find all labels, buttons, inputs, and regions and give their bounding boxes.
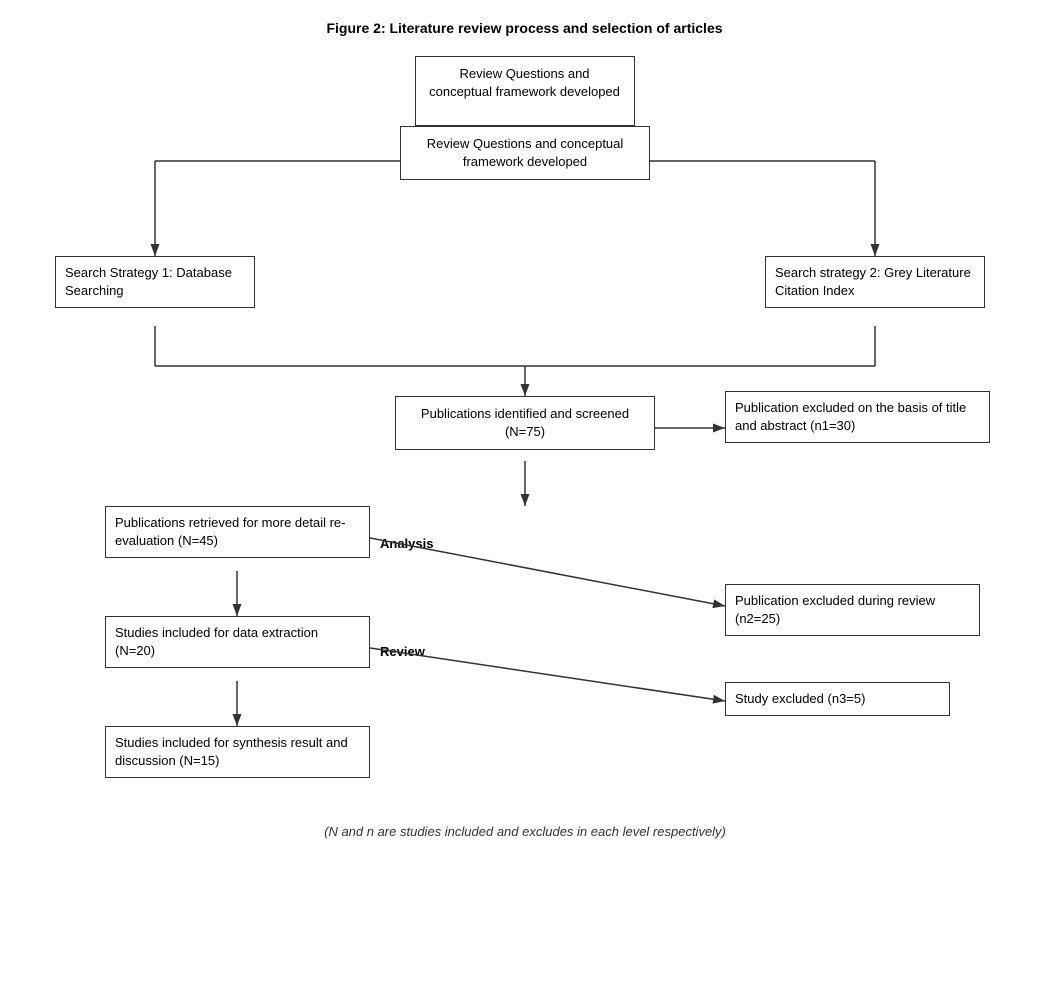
diagram-container: Figure 2: Literature review process and …: [45, 20, 1005, 996]
excluded-title-box-fo: Publication excluded on the basis of tit…: [725, 391, 990, 443]
left-box-fo: Search Strategy 1: Database Searching: [55, 256, 255, 308]
flowchart-svg: Review Questions and conceptual framewor…: [45, 126, 1005, 996]
right-box-fo: Search strategy 2: Grey Literature Citat…: [765, 256, 985, 308]
retrieved-box-fo: Publications retrieved for more detail r…: [105, 506, 370, 558]
studies-synthesis-box-fo: Studies included for synthesis result an…: [105, 726, 370, 778]
publications-box-fo: Publications identified and screened (N=…: [395, 396, 655, 450]
top-box: Review Questions and conceptual framewor…: [415, 56, 635, 126]
review-label: Review: [380, 644, 426, 659]
top-box-fo: Review Questions and conceptual framewor…: [400, 126, 650, 180]
footer-note-text: (N and n are studies included and exclud…: [324, 824, 726, 839]
studies-extraction-box-fo: Studies included for data extraction (N=…: [105, 616, 370, 668]
figure-title: Figure 2: Literature review process and …: [326, 20, 722, 36]
study-excluded-box-fo: Study excluded (n3=5): [725, 682, 950, 716]
excluded-review-box-fo: Publication excluded during review (n2=2…: [725, 584, 980, 636]
